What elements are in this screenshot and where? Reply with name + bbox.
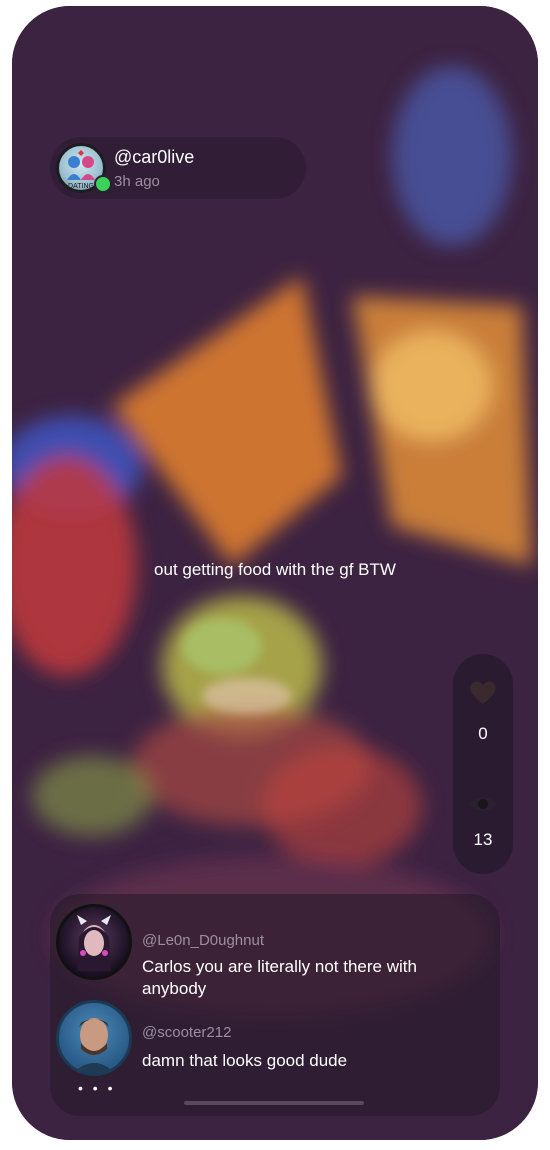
eye-icon <box>469 797 497 811</box>
comment-text: damn that looks good dude <box>142 1051 348 1070</box>
comments-panel: @Le0n_D0ughnut Carlos you are literally … <box>50 894 500 1116</box>
home-indicator[interactable] <box>184 1101 364 1105</box>
online-status-dot <box>94 175 112 193</box>
heart-icon[interactable] <box>467 676 499 708</box>
dating-badge: DATING <box>68 183 94 190</box>
view-count: 13 <box>473 830 493 849</box>
commenter-avatar[interactable] <box>56 1000 132 1076</box>
author-username[interactable]: @car0live <box>114 147 194 168</box>
author-header[interactable]: DATING @car0live 3h ago <box>50 137 306 199</box>
post-timestamp: 3h ago <box>114 173 160 190</box>
commenter-avatar[interactable] <box>56 904 132 980</box>
story-screen: DATING @car0live 3h ago out getting food… <box>12 6 538 1140</box>
comment-username[interactable]: @Le0n_D0ughnut <box>142 932 264 949</box>
stats-panel: 0 13 <box>453 654 513 874</box>
comment-text: Carlos you are literally not there with … <box>142 957 417 998</box>
comment-username[interactable]: @scooter212 <box>142 1024 231 1041</box>
more-comments-button[interactable]: • • • <box>78 1080 115 1096</box>
like-count: 0 <box>478 724 488 743</box>
post-caption: out getting food with the gf BTW <box>154 560 396 579</box>
